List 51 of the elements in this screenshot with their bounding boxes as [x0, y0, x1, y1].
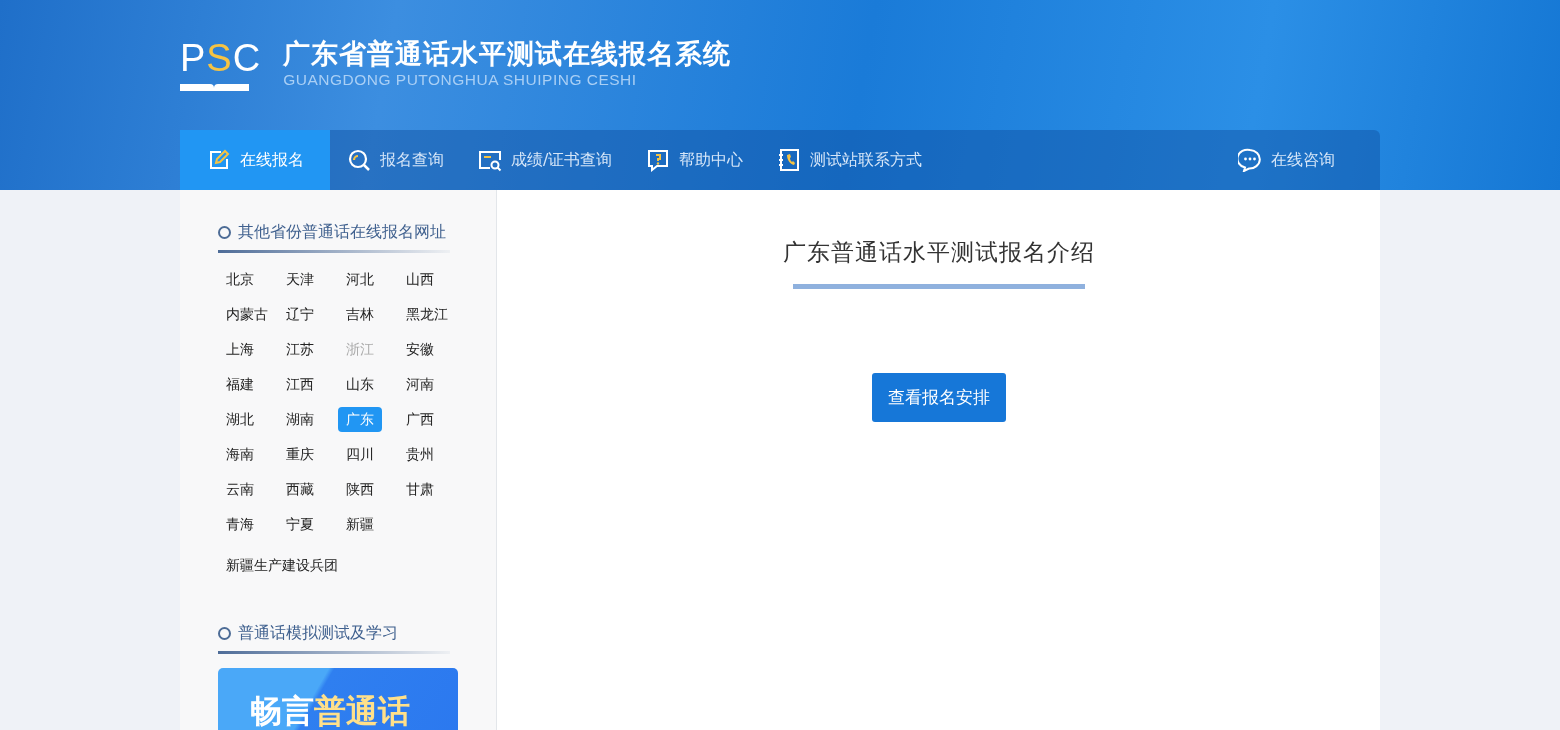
search-icon [347, 148, 371, 172]
province-link[interactable]: 辽宁 [278, 302, 322, 327]
province-link[interactable]: 吉林 [338, 302, 382, 327]
section-title: 其他省份普通话在线报名网址 [238, 221, 446, 243]
province-link[interactable]: 湖南 [278, 407, 322, 432]
view-schedule-button[interactable]: 查看报名安排 [871, 372, 1006, 422]
province-link[interactable]: 山西 [398, 267, 442, 292]
province-link[interactable]: 黑龙江 [398, 302, 456, 327]
province-link[interactable]: 甘肃 [398, 477, 442, 502]
province-link[interactable]: 广西 [398, 407, 442, 432]
phone-book-icon [777, 148, 802, 172]
province-link[interactable]: 山东 [338, 372, 382, 397]
circle-icon [218, 225, 231, 239]
province-link[interactable]: 湖北 [218, 407, 262, 432]
nav-tab[interactable]: 成绩/证书查询 [461, 130, 630, 190]
province-link[interactable]: 青海 [218, 512, 262, 537]
province-link[interactable]: 江苏 [278, 337, 322, 362]
consult-link[interactable]: 在线咨询 [1221, 130, 1352, 190]
province-link[interactable]: 新疆生产建设兵团 [218, 555, 346, 575]
province-link[interactable]: 河南 [398, 372, 442, 397]
province-link[interactable]: 安徽 [398, 337, 442, 362]
province-link[interactable]: 福建 [218, 372, 262, 397]
nav-tab[interactable]: 报名查询 [330, 130, 461, 190]
province-link[interactable]: 贵州 [398, 442, 442, 467]
certificate-search-icon [478, 148, 502, 172]
province-link[interactable]: 海南 [218, 442, 262, 467]
nav-tab[interactable]: 测试站联系方式 [760, 130, 940, 190]
site-title: 广东省普通话水平测试在线报名系统 [283, 38, 732, 69]
province-link[interactable]: 江西 [278, 372, 322, 397]
province-link[interactable]: 天津 [278, 267, 322, 292]
nav-tab[interactable]: 帮助中心 [629, 130, 761, 190]
province-link[interactable]: 上海 [218, 337, 262, 362]
page-heading: 广东普通话水平测试报名介绍 [782, 238, 1095, 267]
section-title: 普通话模拟测试及学习 [238, 622, 398, 644]
book-icon [180, 83, 249, 91]
chat-icon [1238, 148, 1262, 172]
edit-icon [207, 148, 231, 172]
province-link[interactable]: 陕西 [338, 477, 382, 502]
province-link[interactable]: 北京 [218, 267, 262, 292]
province-link[interactable]: 重庆 [278, 442, 322, 467]
province-link[interactable]: 宁夏 [278, 512, 322, 537]
province-link[interactable]: 内蒙古 [218, 302, 276, 327]
province-link[interactable]: 河北 [338, 267, 382, 292]
site-subtitle: GUANGDONG PUTONGHUA SHUIPING CESHI [283, 70, 638, 91]
circle-icon [218, 626, 231, 640]
province-link[interactable]: 云南 [218, 477, 262, 502]
logo-text: PSC [180, 39, 262, 77]
province-link[interactable]: 四川 [338, 442, 382, 467]
province-link[interactable]: 西藏 [278, 477, 322, 502]
help-icon [646, 148, 671, 172]
province-link[interactable]: 新疆 [338, 512, 382, 537]
